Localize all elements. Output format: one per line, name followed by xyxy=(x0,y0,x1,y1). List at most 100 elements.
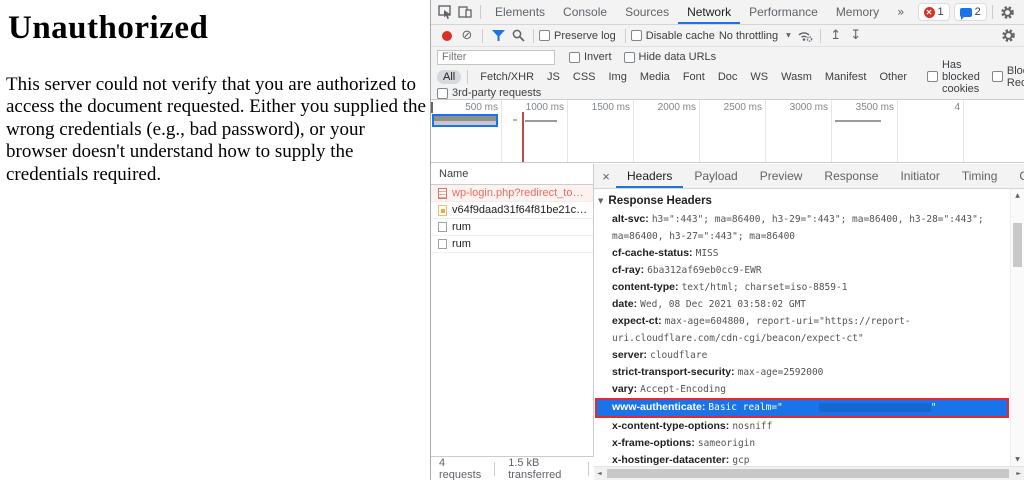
vertical-scrollbar-thumb[interactable] xyxy=(1013,223,1022,267)
tab-performance[interactable]: Performance xyxy=(740,0,827,24)
scroll-right-icon[interactable]: ► xyxy=(1016,470,1021,477)
timeline-tick: 3500 ms xyxy=(832,100,898,162)
details-tab-timing[interactable]: Timing xyxy=(951,164,1009,188)
name-column-header[interactable]: Name xyxy=(431,164,593,185)
type-filter-css[interactable]: CSS xyxy=(567,70,602,84)
response-header-row[interactable]: strict-transport-security: max-age=25920… xyxy=(594,364,1010,381)
record-icon[interactable] xyxy=(437,25,457,46)
console-errors-badge[interactable]: ✕ 1 xyxy=(918,3,950,21)
search-icon[interactable] xyxy=(508,25,528,46)
divider xyxy=(494,462,495,476)
import-har-icon[interactable]: ↧ xyxy=(846,25,866,46)
details-tab-headers[interactable]: Headers xyxy=(616,164,683,188)
network-settings-gear-icon[interactable] xyxy=(998,25,1018,46)
response-header-row[interactable]: content-type: text/html; charset=iso-885… xyxy=(594,279,1010,296)
horizontal-scrollbar[interactable]: ◄ ► xyxy=(594,466,1024,480)
request-row[interactable]: v64f9daad31f64f81be21cbef6... xyxy=(431,202,593,219)
issues-badge[interactable]: 2 xyxy=(954,3,987,21)
settings-gear-icon[interactable] xyxy=(998,0,1018,24)
filter-funnel-icon[interactable] xyxy=(488,25,508,46)
header-name: date: xyxy=(612,298,637,310)
preserve-log-label: Preserve log xyxy=(554,30,616,42)
response-header-row[interactable]: cf-ray: 6ba312af69eb0cc9-EWR xyxy=(594,262,1010,279)
close-details-icon[interactable]: × xyxy=(596,169,616,184)
request-row[interactable]: wp-login.php?redirect_to=htt... xyxy=(431,185,593,202)
response-header-row[interactable]: x-content-type-options: nosniff xyxy=(594,418,1010,435)
response-header-row[interactable]: date: Wed, 08 Dec 2021 03:58:02 GMT xyxy=(594,296,1010,313)
details-tab-cookies[interactable]: Cookies xyxy=(1008,164,1024,188)
has-blocked-cookies-checkbox[interactable] xyxy=(927,71,938,82)
export-har-icon[interactable]: ↥ xyxy=(826,25,846,46)
blocked-requests-checkbox[interactable] xyxy=(992,71,1003,82)
timeline-overview[interactable]: 500 ms1000 ms1500 ms2000 ms2500 ms3000 m… xyxy=(431,100,1024,163)
details-tab-payload[interactable]: Payload xyxy=(683,164,748,188)
more-tabs-icon[interactable]: » xyxy=(888,0,913,24)
tab-network[interactable]: Network xyxy=(678,0,740,24)
clear-icon[interactable]: ⊘ xyxy=(457,25,477,46)
divider xyxy=(467,70,468,84)
request-details-pane: × HeadersPayloadPreviewResponseInitiator… xyxy=(594,164,1024,480)
tab-memory[interactable]: Memory xyxy=(827,0,888,24)
transferred-size: 1.5 kB transferred xyxy=(500,457,583,480)
type-filter-media[interactable]: Media xyxy=(634,70,676,84)
header-value: Wed, 08 Dec 2021 03:58:02 GMT xyxy=(640,299,806,310)
devtools-panel: ElementsConsoleSourcesNetworkPerformance… xyxy=(430,0,1024,480)
request-count: 4 requests xyxy=(439,457,489,480)
type-filter-img[interactable]: Img xyxy=(603,70,633,84)
tab-console[interactable]: Console xyxy=(554,0,616,24)
details-tab-response[interactable]: Response xyxy=(813,164,889,188)
tab-sources[interactable]: Sources xyxy=(616,0,678,24)
divider xyxy=(992,5,993,19)
response-header-row[interactable]: alt-svc: h3=":443"; ma=86400, h3-29=":44… xyxy=(594,211,1010,245)
horizontal-scrollbar-thumb[interactable] xyxy=(607,469,1009,478)
response-header-row[interactable]: cf-cache-status: MISS xyxy=(594,245,1010,262)
error-count: 1 xyxy=(938,6,944,18)
overview-selection-bar[interactable] xyxy=(432,114,498,127)
response-header-row[interactable]: vary: Accept-Encoding xyxy=(594,381,1010,398)
response-header-row[interactable]: x-hostinger-datacenter: gcp xyxy=(594,452,1010,467)
response-header-row[interactable]: x-frame-options: sameorigin xyxy=(594,435,1010,452)
invert-checkbox[interactable] xyxy=(569,52,580,63)
tab-elements[interactable]: Elements xyxy=(486,0,554,24)
error-icon: ✕ xyxy=(924,7,935,18)
details-tab-preview[interactable]: Preview xyxy=(749,164,814,188)
screen: Unauthorized This server could not verif… xyxy=(0,0,1024,480)
preserve-log-checkbox[interactable] xyxy=(539,30,550,41)
type-filter-all[interactable]: All xyxy=(437,70,461,84)
type-filter-manifest[interactable]: Manifest xyxy=(819,70,873,84)
kebab-menu-icon[interactable]: ⋮ xyxy=(1018,0,1024,24)
network-filter-area: Invert Hide data URLs AllFetch/XHRJSCSSI… xyxy=(431,47,1024,100)
device-toolbar-icon[interactable] xyxy=(455,0,475,24)
response-headers-section[interactable]: ▼ Response Headers xyxy=(594,189,1010,211)
vertical-scrollbar[interactable]: ▲ ▼ xyxy=(1010,189,1024,466)
timeline-tick: 4 xyxy=(898,100,964,162)
details-tab-initiator[interactable]: Initiator xyxy=(889,164,950,188)
response-header-row[interactable]: server: cloudflare xyxy=(594,347,1010,364)
type-filter-fetch-xhr[interactable]: Fetch/XHR xyxy=(474,70,540,84)
scroll-down-icon[interactable]: ▼ xyxy=(1011,456,1024,463)
type-filter-other[interactable]: Other xyxy=(873,70,913,84)
response-header-row[interactable]: www-authenticate: Basic realm="" xyxy=(595,398,1009,418)
type-filter-ws[interactable]: WS xyxy=(744,70,774,84)
type-filter-doc[interactable]: Doc xyxy=(712,70,744,84)
request-row[interactable]: rum xyxy=(431,219,593,236)
network-conditions-icon[interactable] xyxy=(795,25,815,46)
throttling-select[interactable]: No throttling xyxy=(719,30,778,42)
scroll-up-icon[interactable]: ▲ xyxy=(1011,192,1024,199)
chevron-down-icon[interactable]: ▼ xyxy=(786,32,791,39)
type-filter-wasm[interactable]: Wasm xyxy=(775,70,818,84)
header-name: cf-cache-status: xyxy=(612,247,693,259)
disable-cache-checkbox[interactable] xyxy=(631,30,642,41)
hide-data-urls-checkbox[interactable] xyxy=(624,52,635,63)
blocked-requests-label: Blocked Requests xyxy=(1007,65,1024,89)
response-header-row[interactable]: expect-ct: max-age=604800, report-uri="h… xyxy=(594,313,1010,347)
inspect-element-icon[interactable] xyxy=(435,0,455,24)
request-row[interactable]: rum xyxy=(431,236,593,253)
type-filter-js[interactable]: JS xyxy=(541,70,566,84)
third-party-checkbox[interactable] xyxy=(437,88,448,99)
divider xyxy=(480,5,481,19)
type-filter-font[interactable]: Font xyxy=(677,70,711,84)
origin-tick xyxy=(431,102,433,113)
scroll-left-icon[interactable]: ◄ xyxy=(597,470,602,477)
filter-input[interactable] xyxy=(437,50,555,65)
